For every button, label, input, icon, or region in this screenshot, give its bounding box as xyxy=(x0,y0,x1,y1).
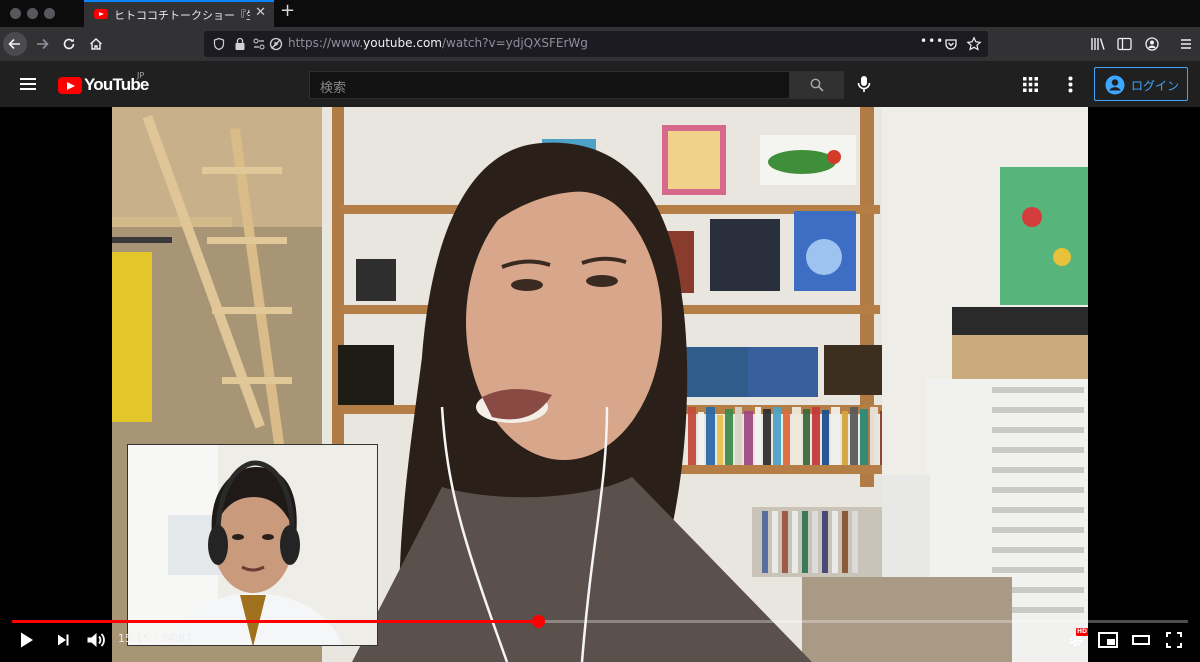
microphone-icon[interactable] xyxy=(857,75,871,93)
region-code: JP xyxy=(137,71,145,80)
pip-camera-view xyxy=(127,444,378,646)
miniplayer-button[interactable] xyxy=(1096,628,1120,652)
youtube-masthead: YouTube JP 検索 ログイン xyxy=(0,61,1200,107)
fullscreen-button[interactable] xyxy=(1162,628,1186,652)
pocket-icon[interactable] xyxy=(944,37,958,51)
window-minimize-dot[interactable] xyxy=(27,8,38,19)
next-icon xyxy=(58,634,69,646)
tracking-shield-icon[interactable] xyxy=(212,37,226,51)
new-tab-button[interactable]: + xyxy=(280,2,295,20)
theater-mode-button[interactable] xyxy=(1129,628,1153,652)
login-label: ログイン xyxy=(1131,79,1180,93)
pip-camera-image xyxy=(128,445,377,645)
url-domain: youtube.com xyxy=(363,36,442,50)
autoplay-blocked-icon[interactable] xyxy=(268,36,284,52)
scrubber-handle[interactable] xyxy=(531,615,545,628)
tab-close-icon[interactable]: ✕ xyxy=(255,6,266,19)
search-button[interactable] xyxy=(790,71,844,99)
forward-arrow-icon xyxy=(37,38,49,50)
sidebar-icon[interactable] xyxy=(1117,37,1132,51)
bookmark-star-icon[interactable] xyxy=(966,36,982,52)
reload-icon xyxy=(63,38,75,50)
browser-toolbar: https://www.youtube.com/watch?v=ydjQXSFE… xyxy=(0,27,1200,61)
account-icon[interactable] xyxy=(1145,37,1159,51)
progress-bar[interactable] xyxy=(12,615,1188,628)
settings-button[interactable]: HD xyxy=(1064,628,1089,652)
back-button[interactable] xyxy=(3,32,27,56)
reload-button[interactable] xyxy=(57,32,81,56)
more-options-icon[interactable] xyxy=(1068,76,1073,93)
hd-badge: HD xyxy=(1076,628,1089,636)
url-path: /watch?v=ydjQXSFErWg xyxy=(441,36,588,50)
browser-tab-bar: ヒトココチトークショー『生配信 ✕ + xyxy=(0,0,1200,27)
play-icon xyxy=(21,632,33,648)
video-player[interactable]: 15:15 / 34:07 HD xyxy=(0,107,1200,662)
account-circle-icon xyxy=(1105,75,1125,95)
permissions-icon[interactable] xyxy=(252,37,266,51)
fullscreen-icon xyxy=(1166,632,1182,648)
tab-title: ヒトココチトークショー『生配信 xyxy=(114,9,250,22)
progress-played xyxy=(12,620,538,623)
search-icon xyxy=(810,78,824,92)
play-button[interactable] xyxy=(15,628,39,652)
forward-button[interactable] xyxy=(30,32,54,56)
url-text[interactable]: https://www.youtube.com/watch?v=ydjQXSFE… xyxy=(288,36,588,50)
theater-mode-icon xyxy=(1132,635,1150,645)
window-maximize-dot[interactable] xyxy=(44,8,55,19)
url-prefix: https://www. xyxy=(288,36,364,50)
library-icon[interactable] xyxy=(1090,37,1106,51)
search-input[interactable]: 検索 xyxy=(309,71,790,99)
login-button[interactable]: ログイン xyxy=(1094,67,1188,101)
miniplayer-icon xyxy=(1098,632,1118,648)
window-close-dot[interactable] xyxy=(10,8,21,19)
youtube-favicon-icon xyxy=(94,9,108,19)
volume-button[interactable] xyxy=(84,628,108,652)
browser-tab-active[interactable]: ヒトココチトークショー『生配信 ✕ xyxy=(84,0,274,27)
app-menu-icon[interactable] xyxy=(1179,37,1193,51)
home-icon xyxy=(90,38,102,50)
search-placeholder: 検索 xyxy=(320,81,347,96)
youtube-logo-icon[interactable] xyxy=(58,77,82,94)
next-button[interactable] xyxy=(51,628,75,652)
lock-icon[interactable] xyxy=(234,37,246,51)
hamburger-menu-icon[interactable] xyxy=(19,76,37,92)
home-button[interactable] xyxy=(84,32,108,56)
page-actions-button[interactable]: ••• xyxy=(920,34,944,48)
address-bar[interactable]: https://www.youtube.com/watch?v=ydjQXSFE… xyxy=(204,31,988,57)
volume-icon xyxy=(87,633,105,647)
apps-grid-icon[interactable] xyxy=(1023,77,1038,92)
back-arrow-icon xyxy=(8,38,20,50)
